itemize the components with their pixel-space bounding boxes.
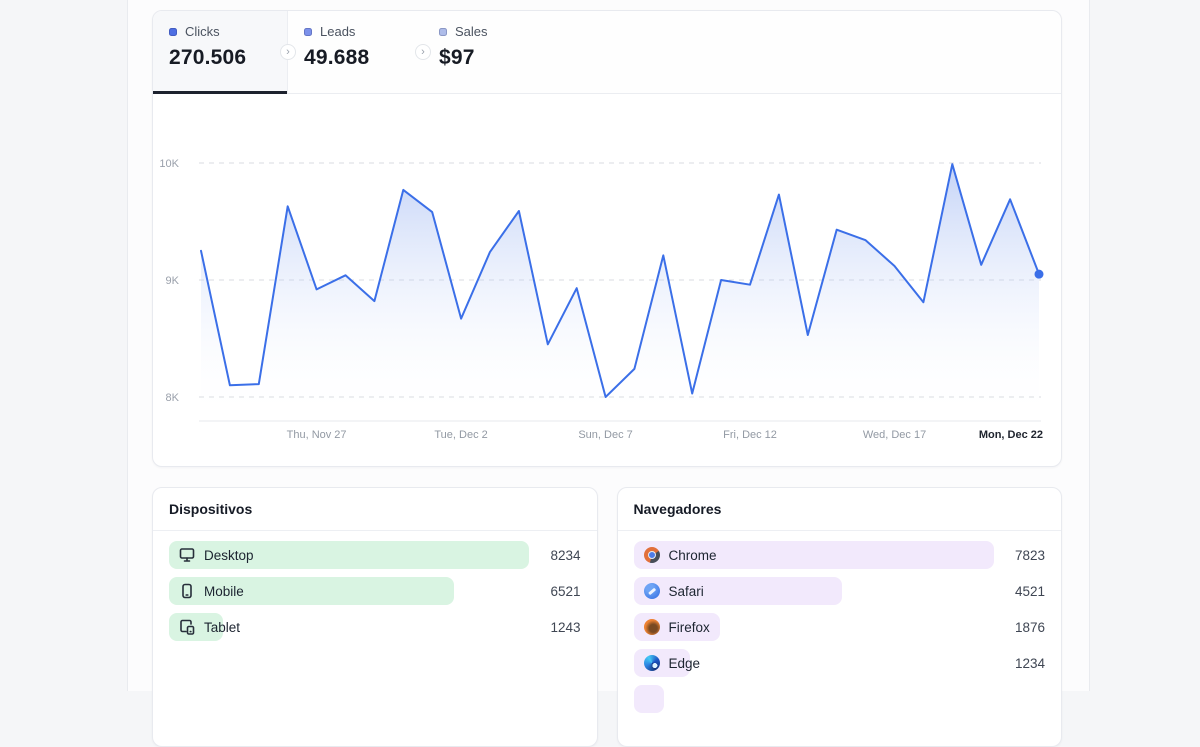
metric-tabs: Clicks 270.506 Leads 49.688 Sales $97 › › <box>153 11 1061 94</box>
usage-row-edge[interactable]: Edge 1234 <box>634 649 1046 677</box>
monitor-icon <box>179 547 195 563</box>
smartphone-icon <box>179 583 195 599</box>
tab-label: Sales <box>455 24 488 39</box>
usage-label: Mobile <box>204 584 244 599</box>
usage-value: 7823 <box>1015 548 1045 563</box>
svg-text:10K: 10K <box>159 158 179 170</box>
usage-value: 1243 <box>550 620 580 635</box>
chrome-logo-icon <box>644 547 660 563</box>
breakdown-cards-row: Dispositivos Desktop 8234 Mobile 6521 Tablet… <box>152 487 1062 747</box>
tab-value: $97 <box>439 46 542 70</box>
tab-leads[interactable]: Leads 49.688 <box>288 11 423 93</box>
svg-text:Tue, Dec 2: Tue, Dec 2 <box>434 429 487 441</box>
usage-bar <box>634 685 664 713</box>
edge-logo-icon <box>644 655 660 671</box>
devices-rows: Desktop 8234 Mobile 6521 Tablet 1243 <box>153 531 597 641</box>
usage-value: 4521 <box>1015 584 1045 599</box>
usage-value: 8234 <box>550 548 580 563</box>
svg-text:9K: 9K <box>166 275 180 287</box>
usage-label: Tablet <box>204 620 240 635</box>
usage-label: Edge <box>669 656 701 671</box>
tab-clicks[interactable]: Clicks 270.506 <box>153 11 288 93</box>
usage-row-chrome[interactable]: Chrome 7823 <box>634 541 1046 569</box>
tablet-icon <box>179 619 195 635</box>
usage-row-partial[interactable] <box>634 685 1046 713</box>
svg-text:Sun, Dec 7: Sun, Dec 7 <box>578 429 632 441</box>
usage-label: Firefox <box>669 620 710 635</box>
svg-text:Mon, Dec 22: Mon, Dec 22 <box>979 429 1043 441</box>
usage-row-firefox[interactable]: Firefox 1876 <box>634 613 1046 641</box>
usage-row-tablet[interactable]: Tablet 1243 <box>169 613 581 641</box>
svg-text:Thu, Nov 27: Thu, Nov 27 <box>287 429 347 441</box>
usage-row-desktop[interactable]: Desktop 8234 <box>169 541 581 569</box>
metrics-chart-card: Clicks 270.506 Leads 49.688 Sales $97 › › 8K 9K 1… <box>152 10 1062 467</box>
devices-card: Dispositivos Desktop 8234 Mobile 6521 Tablet… <box>152 487 598 747</box>
area-chart-canvas[interactable]: 8K 9K 10K Thu, Nov 27 Tue, Dec 2 Sun, Dec 7 Fr… <box>153 94 1061 466</box>
firefox-logo-icon <box>644 619 660 635</box>
chevron-right-icon[interactable]: › <box>280 44 296 60</box>
svg-text:8K: 8K <box>166 392 180 404</box>
usage-row-safari[interactable]: Safari 4521 <box>634 577 1046 605</box>
usage-value: 6521 <box>550 584 580 599</box>
tab-value: 49.688 <box>304 46 407 70</box>
svg-text:Wed, Dec 17: Wed, Dec 17 <box>863 429 926 441</box>
safari-logo-icon <box>644 583 660 599</box>
main-panel: Clicks 270.506 Leads 49.688 Sales $97 › › 8K 9K 1… <box>127 0 1090 691</box>
browsers-rows: Chrome 7823 Safari 4521 Firefox 1876 Edge 1234 <box>618 531 1062 713</box>
devices-card-title: Dispositivos <box>153 488 597 531</box>
browsers-card-title: Navegadores <box>618 488 1062 531</box>
usage-label: Desktop <box>204 548 254 563</box>
usage-value: 1234 <box>1015 656 1045 671</box>
usage-label: Chrome <box>669 548 717 563</box>
usage-row-mobile[interactable]: Mobile 6521 <box>169 577 581 605</box>
usage-value: 1876 <box>1015 620 1045 635</box>
series-bullet-icon <box>304 28 312 36</box>
series-bullet-icon <box>169 28 177 36</box>
usage-label: Safari <box>669 584 704 599</box>
tab-value: 270.506 <box>169 46 271 70</box>
browsers-card: Navegadores Chrome 7823 Safari 4521 Firefox 1… <box>617 487 1063 747</box>
tab-label: Clicks <box>185 24 220 39</box>
chevron-right-icon[interactable]: › <box>415 44 431 60</box>
series-bullet-icon <box>439 28 447 36</box>
svg-text:Fri, Dec 12: Fri, Dec 12 <box>723 429 777 441</box>
tab-label: Leads <box>320 24 355 39</box>
clicks-trend-chart[interactable]: 8K 9K 10K Thu, Nov 27 Tue, Dec 2 Sun, Dec 7 Fr… <box>153 94 1061 466</box>
tab-sales[interactable]: Sales $97 <box>423 11 558 93</box>
